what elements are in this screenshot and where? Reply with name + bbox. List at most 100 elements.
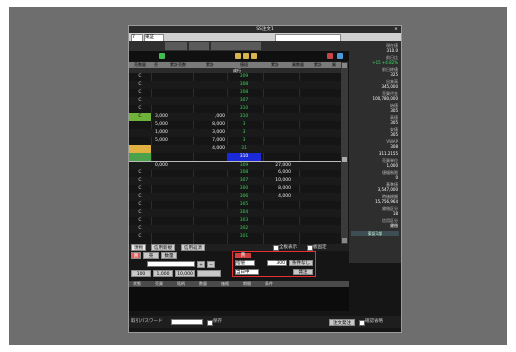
board-cell: 308 [239, 90, 249, 95]
scroll-thumb[interactable] [342, 157, 347, 162]
info-value: 1,000 [386, 163, 398, 168]
info-value: 325 [390, 72, 398, 77]
refresh-icon[interactable] [159, 53, 165, 59]
board-cell [153, 73, 191, 81]
board-cell: C [138, 90, 142, 95]
board-row[interactable]: C 3,000 ,000 310 [129, 113, 341, 121]
scroll-down-icon[interactable] [342, 238, 347, 243]
board-cell [153, 193, 191, 201]
quantity-input[interactable] [147, 261, 195, 267]
board-cell: C [129, 113, 151, 121]
board-cell [263, 201, 293, 209]
qty-down-button[interactable]: − [207, 261, 215, 268]
window-title: SS注文1 [256, 27, 274, 32]
board-row[interactable]: 1,000 3,000 3 [129, 129, 341, 137]
board-cell: C [138, 194, 142, 199]
fixed-board-label: 板固定 [313, 245, 327, 250]
info-value: 305 [390, 120, 398, 125]
board-row[interactable]: C 308 6,000 [129, 169, 341, 177]
board-row[interactable]: C 307 [129, 97, 341, 105]
tab-margin-new[interactable]: 信用新規 [151, 244, 175, 251]
board-row[interactable]: C 304 [129, 209, 341, 217]
board-cell [263, 217, 293, 225]
expiry-select[interactable]: 当日中 [235, 269, 259, 275]
qty-10000-button[interactable]: 10,000 [175, 270, 195, 277]
board-cell: 31 [241, 146, 247, 151]
price-input[interactable]: 300 [267, 260, 287, 266]
condition-select[interactable]: 条件なし [289, 260, 313, 266]
list-icon[interactable] [251, 53, 257, 59]
board-scrollbar[interactable] [341, 62, 348, 244]
qty-100-button[interactable]: 100 [131, 270, 151, 277]
board-cell [193, 217, 227, 225]
password-input[interactable] [171, 319, 203, 325]
board-cell [153, 97, 191, 105]
chart-icon[interactable] [243, 53, 249, 59]
board-cell: 6,000 [278, 170, 291, 175]
board-cell: C [138, 106, 142, 111]
submit-order-button[interactable]: 発注 [293, 269, 313, 275]
save-label: 保存 [213, 319, 222, 324]
board-cell: 302 [239, 226, 249, 231]
board-row[interactable]: 4,000 31 [129, 145, 341, 153]
board-cell: 8,000 [212, 122, 225, 127]
price-type-select[interactable]: 指値 [235, 260, 255, 266]
settings-icon[interactable] [337, 53, 343, 59]
info-block [211, 42, 261, 50]
scroll-up-icon[interactable] [342, 63, 347, 68]
alert-icon[interactable] [327, 53, 333, 59]
board-row[interactable]: C 308 [129, 81, 341, 89]
board-cell [129, 153, 151, 161]
board-row[interactable]: 5,000 8,000 3 [129, 121, 341, 129]
board-row[interactable]: C 305 [129, 201, 341, 209]
board-row[interactable]: C 300 8,000 [129, 185, 341, 193]
board-cell [193, 233, 227, 241]
order-board: C 309 C 308 C 308 C 307 C 310 C 3,000 ,000 310 5,000 8,… [129, 73, 341, 244]
password-label: 取引パスワード [131, 319, 163, 324]
board-cell [263, 121, 293, 129]
board-cell [153, 89, 191, 97]
board-row[interactable]: C 308 [129, 89, 341, 97]
qty-extra-button[interactable] [197, 270, 221, 277]
board-row[interactable]: C 310 [129, 105, 341, 113]
info-value: 305 [390, 132, 398, 137]
info-value: 3,547,000 [377, 187, 398, 192]
board-cell: 4,000 [278, 194, 291, 199]
board-row[interactable]: C 302 [129, 225, 341, 233]
info-value: 345,000 [381, 84, 398, 89]
board-cell: 310 [239, 106, 249, 111]
trade-tabs: 現物 信用新規 信用返済 全板表示 板固定 [129, 244, 349, 251]
board-cell [193, 153, 227, 161]
close-icon[interactable]: × [393, 26, 399, 33]
board-cell [193, 201, 227, 209]
board-cell: 5,000 [155, 138, 168, 143]
board-cell [193, 193, 227, 201]
qty-label-button: 数量 [161, 252, 177, 259]
info-bar [129, 41, 349, 51]
board-cell: 308 [239, 82, 249, 87]
board-row[interactable]: 310 [129, 153, 341, 161]
sell-button[interactable]: 売 [143, 252, 159, 259]
board-row[interactable]: C 306 4,000 [129, 193, 341, 201]
board-cell: C [138, 234, 142, 239]
board-cell: C [138, 98, 142, 103]
board-cell [153, 209, 191, 217]
tab-cash[interactable]: 現物 [131, 244, 146, 251]
board-cell: 308 [239, 170, 249, 175]
board-cell [263, 97, 293, 105]
place-order-button[interactable]: 注文発注 [329, 319, 355, 326]
board-cell [153, 177, 191, 185]
board-cell [263, 81, 293, 89]
board-row[interactable]: 5,000 7,000 3 [129, 137, 341, 145]
qty-1000-button[interactable]: 1,000 [153, 270, 173, 277]
board-row[interactable]: C 307 10,000 [129, 177, 341, 185]
tab-margin-close[interactable]: 信用返済 [181, 244, 205, 251]
board-cell [193, 225, 227, 233]
buy-button[interactable]: 買 [131, 252, 141, 259]
board-row[interactable]: C 303 [129, 217, 341, 225]
qty-up-button[interactable]: + [197, 261, 205, 268]
board-row[interactable]: C 309 [129, 73, 341, 81]
board-cell: 3,000 [212, 130, 225, 135]
board-icon[interactable] [235, 53, 241, 59]
board-row[interactable]: C 301 [129, 233, 341, 241]
